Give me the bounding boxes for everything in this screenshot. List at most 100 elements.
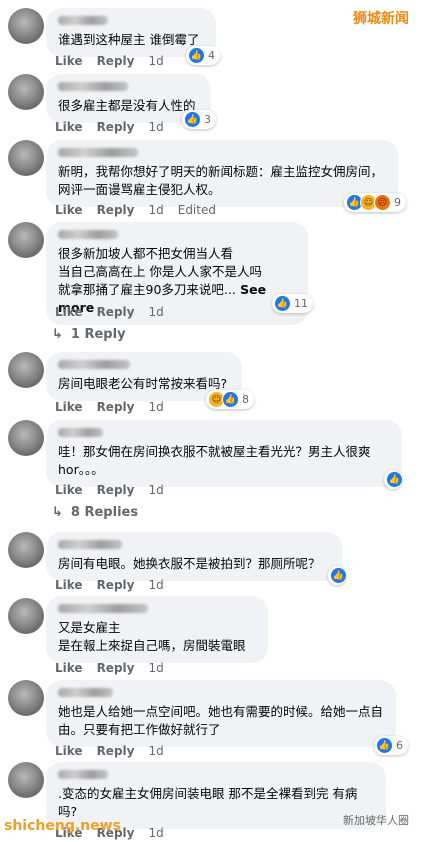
reply-button[interactable]: Reply (97, 305, 135, 319)
reaction-summary[interactable]: 👍 (328, 566, 347, 585)
comment-text: 哇！那女佣在房间换衣服不就被屋主看光光？男主人很爽hor。。。 (58, 444, 371, 477)
commenter-name[interactable] (58, 360, 130, 369)
avatar[interactable] (8, 74, 44, 110)
like-button[interactable]: Like (55, 54, 83, 68)
reply-button[interactable]: Reply (97, 400, 135, 414)
reaction-count: 8 (242, 393, 249, 406)
reply-button[interactable]: Reply (97, 578, 135, 592)
avatar[interactable] (8, 222, 44, 258)
comment-time[interactable]: 1d (148, 54, 163, 68)
comment-time[interactable]: 1d (148, 578, 163, 592)
reaction-summary[interactable]: 👍 4 (186, 46, 220, 65)
like-reaction-icon: 👍 (330, 567, 347, 584)
comment-bubble: 哇！那女佣在房间换衣服不就被屋主看光光？男主人很爽hor。。。 (46, 420, 402, 487)
avatar[interactable] (8, 352, 44, 388)
commenter-name[interactable] (58, 540, 122, 549)
commenter-name[interactable] (58, 688, 113, 697)
like-reaction-icon: 👍 (222, 391, 239, 408)
comment-text: 她也是人给她一点空间吧。她也有需要的时候。给她一点自由。只要有把工作做好就行了 (58, 704, 384, 737)
like-button[interactable]: Like (55, 305, 83, 319)
reaction-summary[interactable]: 👍 6 (374, 736, 408, 755)
avatar[interactable] (8, 762, 44, 798)
like-reaction-icon: 👍 (274, 295, 291, 312)
like-reaction-icon: 👍 (376, 737, 393, 754)
comment-actions: Like Reply 1d (55, 400, 178, 414)
comment-bubble: 又是女雇主 是在報上來捉自己嗎，房間裝電眼 (46, 596, 268, 663)
comment-time[interactable]: 1d (148, 305, 163, 319)
like-button[interactable]: Like (55, 120, 83, 134)
reply-button[interactable]: Reply (97, 120, 135, 134)
like-reaction-icon: 👍 (184, 111, 201, 128)
comment-time[interactable]: 1d (148, 661, 163, 675)
reaction-count: 11 (294, 297, 308, 310)
like-button[interactable]: Like (55, 483, 83, 497)
avatar[interactable] (8, 598, 44, 634)
avatar[interactable] (8, 532, 44, 568)
watermark-bottom: shicheng.news (4, 818, 121, 834)
reply-button[interactable]: Reply (97, 483, 135, 497)
comment-text: 又是女雇主 是在報上來捉自己嗎，房間裝電眼 (58, 620, 246, 653)
reaction-summary[interactable]: 👍 3 (182, 110, 216, 129)
comment-actions: Like Reply 1d Edited (55, 203, 230, 217)
comment-time[interactable]: 1d (148, 120, 163, 134)
avatar[interactable] (8, 140, 44, 176)
comment-text: .变态的女雇主女佣房间装电眼 那不是全裸看到完 有病吗? (58, 786, 358, 819)
like-button[interactable]: Like (55, 203, 83, 217)
like-button[interactable]: Like (55, 661, 83, 675)
commenter-name[interactable] (58, 428, 103, 437)
comment-text: 很多雇主都是没有人性的 (58, 98, 196, 113)
like-button[interactable]: Like (55, 578, 83, 592)
commenter-name[interactable] (58, 604, 148, 613)
replies-count: 1 Reply (70, 327, 126, 342)
reply-button[interactable]: Reply (97, 54, 135, 68)
comment-time[interactable]: 1d (148, 826, 163, 840)
comment-time[interactable]: 1d (148, 744, 163, 758)
comment-time[interactable]: 1d (148, 483, 163, 497)
commenter-name[interactable] (58, 230, 118, 239)
comment-actions: Like Reply 1d (55, 661, 178, 675)
reaction-summary[interactable]: 👍 (384, 470, 403, 489)
comment-actions: Like Reply 1d (55, 120, 178, 134)
reaction-summary[interactable]: ☺ 👍 8 (206, 390, 254, 409)
view-replies-link[interactable]: ↳ 1 Reply (52, 327, 126, 342)
reply-button[interactable]: Reply (97, 203, 135, 217)
comment-actions: Like Reply 1d (55, 744, 178, 758)
comment-time[interactable]: 1d (148, 203, 163, 217)
comment-text: 房间电眼老公有时常按来看吗? (58, 376, 228, 391)
comment-time[interactable]: 1d (148, 400, 163, 414)
reply-arrow-icon: ↳ (52, 327, 63, 342)
comment-body: 很多新加坡人都不把女佣当人看 当自己高高在上 你是人人家不是人吗 就拿那捅了雇主… (58, 246, 262, 297)
angry-reaction-icon: ☹ (374, 194, 391, 211)
commenter-name[interactable] (58, 82, 128, 91)
like-reaction-icon: 👍 (188, 47, 205, 64)
like-reaction-icon: 👍 (386, 471, 403, 488)
like-button[interactable]: Like (55, 400, 83, 414)
reaction-count: 9 (394, 196, 401, 209)
like-button[interactable]: Like (55, 744, 83, 758)
comment-bubble: 房间有电眼。她换衣服不是被拍到？那厕所呢？ (46, 532, 342, 581)
comment-text: 谁遇到这种屋主 谁倒霉了 (58, 32, 200, 47)
edited-label[interactable]: Edited (178, 203, 216, 217)
commenter-name[interactable] (58, 16, 108, 25)
reply-arrow-icon: ↳ (52, 505, 63, 520)
comment-actions: Like Reply 1d (55, 483, 178, 497)
comment-actions: Like Reply 1d (55, 578, 178, 592)
commenter-name[interactable] (58, 770, 108, 779)
view-replies-link[interactable]: ↳ 8 Replies (52, 505, 138, 520)
reaction-summary[interactable]: 👍 11 (272, 294, 313, 313)
comment-actions: Like Reply 1d (55, 305, 178, 319)
avatar[interactable] (8, 8, 44, 44)
reaction-count: 3 (204, 113, 211, 126)
watermark-top: 狮城新闻 (353, 11, 409, 27)
reaction-count: 4 (208, 49, 215, 62)
avatar[interactable] (8, 680, 44, 716)
comment-text: 房间有电眼。她换衣服不是被拍到？那厕所呢？ (58, 556, 321, 571)
avatar[interactable] (8, 420, 44, 456)
reply-button[interactable]: Reply (97, 661, 135, 675)
reaction-summary[interactable]: 👍 ☺ ☹ 9 (344, 193, 406, 212)
commenter-name[interactable] (58, 148, 138, 157)
reply-button[interactable]: Reply (97, 744, 135, 758)
watermark-bottom-right: 新加坡华人圈 (343, 814, 409, 827)
replies-count: 8 Replies (70, 505, 139, 520)
comment-text: 新明，我帮你想好了明天的新闻标题：雇主监控女佣房间，网评一面谩骂雇主侵犯人权。 (58, 164, 384, 197)
